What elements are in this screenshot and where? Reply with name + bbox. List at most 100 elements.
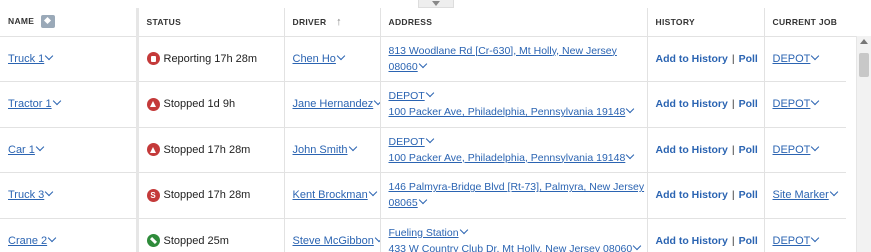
status: Stopped 17h 28m — [146, 143, 276, 157]
vehicle-name-link[interactable]: Truck 3 — [8, 188, 54, 202]
vehicle-name-link[interactable]: Truck 1 — [8, 51, 54, 65]
cell-history: Add to History | Poll — [647, 172, 765, 219]
poll-link[interactable]: Poll — [739, 53, 758, 65]
driver-link[interactable]: Jane Hernandez — [292, 97, 379, 111]
cell-driver: John Smith — [284, 127, 381, 173]
scroll-up-icon[interactable] — [860, 39, 868, 44]
chevron-down-icon — [336, 51, 346, 60]
current-job-link[interactable]: Site Marker — [773, 188, 838, 201]
poll-link[interactable]: Poll — [739, 189, 758, 201]
table-row[interactable]: Truck 1 Reporting 17h 28m Chen Ho 813 Wo… — [0, 36, 846, 82]
column-header-current-job[interactable]: CURRENT JOB — [764, 8, 846, 37]
cell-name: Tractor 1 — [0, 81, 139, 128]
cell-name: Truck 3 — [0, 172, 139, 219]
current-job-link[interactable]: DEPOT — [773, 233, 820, 247]
stopped-s-icon: S — [146, 188, 160, 202]
vertical-scrollbar[interactable] — [856, 36, 871, 252]
add-to-history-link[interactable]: Add to History — [656, 53, 728, 65]
table-row[interactable]: Tractor 1 Stopped 1d 9h Jane Hernandez D… — [0, 81, 846, 128]
address-text: 08065 — [388, 197, 418, 210]
column-header-status[interactable]: STATUS — [137, 8, 285, 37]
cell-history: Add to History | Poll — [647, 81, 765, 128]
column-header-driver[interactable]: DRIVER ↑ — [284, 8, 381, 37]
chevron-down-icon — [811, 142, 820, 151]
stopped-icon — [146, 143, 160, 157]
table-row[interactable]: Crane 2 Stopped 25m Steve McGibbon Fueli… — [0, 218, 846, 252]
collapse-toggle[interactable] — [418, 0, 454, 8]
address-line-1[interactable]: 813 Woodlane Rd [Cr-630], Mt Holly, New … — [389, 43, 639, 59]
add-to-history-link[interactable]: Add to History — [656, 98, 728, 110]
cell-status: Stopped 17h 28m — [137, 127, 285, 173]
vehicle-table: NAME STATUS DRIVER ↑ ADDRESS HISTORY CUR… — [0, 8, 846, 252]
add-to-history-link[interactable]: Add to History — [656, 235, 728, 247]
header-corner — [846, 8, 871, 37]
poll-link[interactable]: Poll — [739, 235, 758, 247]
vehicle-name: Car 1 — [8, 143, 35, 156]
address-line-1[interactable]: Fueling Station — [389, 225, 639, 241]
table-row[interactable]: Car 1 Stopped 17h 28m John Smith DEPOT 1… — [0, 127, 846, 173]
chevron-down-icon — [811, 233, 820, 242]
address-line-2[interactable]: 08060 — [389, 59, 639, 75]
vehicle-name: Truck 3 — [8, 189, 45, 202]
add-to-history-link[interactable]: Add to History — [656, 189, 728, 201]
driver-link[interactable]: John Smith — [292, 142, 357, 156]
cell-history: Add to History | Poll — [647, 127, 765, 173]
chevron-down-icon — [459, 225, 468, 234]
separator: | — [731, 143, 735, 156]
column-header-address[interactable]: ADDRESS — [380, 8, 648, 37]
current-job-link[interactable]: DEPOT — [772, 142, 820, 156]
vehicle-name: Crane 2 — [8, 234, 48, 247]
add-to-history-link[interactable]: Add to History — [656, 144, 728, 156]
address-line-1[interactable]: DEPOT — [389, 88, 639, 104]
driver-link[interactable]: Kent Brockman — [293, 188, 377, 201]
cell-current-job: DEPOT — [764, 81, 846, 128]
column-header-name[interactable]: NAME — [0, 8, 139, 37]
pin-icon[interactable] — [40, 15, 55, 29]
driver-name: Chen Ho — [292, 52, 336, 65]
status-text: Stopped 17h 28m — [163, 143, 251, 156]
cell-current-job: DEPOT — [764, 127, 846, 173]
address-text: 433 W Country Club Dr, Mt Holly, New Jer… — [388, 242, 633, 252]
table-row[interactable]: Truck 3 S Stopped 17h 28m Kent Brockman … — [0, 172, 846, 219]
cell-history: Add to History | Poll — [647, 218, 765, 252]
address-line-1[interactable]: DEPOT — [389, 134, 639, 150]
vehicle-name-link[interactable]: Car 1 — [8, 142, 45, 156]
history-actions: Add to History | Poll — [656, 189, 758, 201]
address-line-2[interactable]: 433 W Country Club Dr, Mt Holly, New Jer… — [388, 241, 642, 252]
sort-ascending-icon[interactable]: ↑ — [336, 16, 342, 28]
address-line-2[interactable]: 100 Packer Ave, Philadelphia, Pennsylvan… — [389, 150, 639, 166]
column-header-label: STATUS — [146, 16, 182, 27]
address-line-2[interactable]: 100 Packer Ave, Philadelphia, Pennsylvan… — [389, 104, 639, 120]
current-job-link[interactable]: DEPOT — [773, 97, 820, 110]
separator: | — [731, 98, 735, 111]
column-header-history[interactable]: HISTORY — [647, 8, 765, 37]
driver-link[interactable]: Steve McGibbon — [293, 233, 379, 247]
cell-name: Truck 1 — [0, 36, 139, 82]
chevron-down-icon — [373, 97, 379, 106]
current-job: DEPOT — [772, 143, 811, 156]
current-job-link[interactable]: DEPOT — [773, 51, 820, 65]
address-line-2[interactable]: 08065 — [389, 195, 639, 211]
cell-current-job: Site Marker — [764, 172, 846, 219]
vehicle-name-link[interactable]: Tractor 1 — [8, 97, 61, 110]
vehicle-name-link[interactable]: Crane 2 — [8, 233, 57, 247]
status-text: Stopped 1d 9h — [163, 98, 236, 111]
poll-link[interactable]: Poll — [739, 98, 758, 110]
address-text: 146 Palmyra-Bridge Blvd [Rt-73], Palmyra… — [388, 181, 645, 194]
address-text: 08060 — [388, 60, 418, 73]
chevron-down-icon — [35, 142, 45, 151]
column-header-label: HISTORY — [655, 16, 695, 27]
address-text: DEPOT — [388, 135, 425, 148]
column-header-label: NAME — [8, 16, 35, 26]
address-line-1[interactable]: 146 Palmyra-Bridge Blvd [Rt-73], Palmyra… — [389, 179, 645, 195]
chevron-down-icon — [811, 97, 820, 106]
poll-link[interactable]: Poll — [739, 144, 758, 156]
scroll-thumb[interactable] — [859, 53, 869, 77]
chevron-down-icon — [45, 51, 54, 60]
address-text: 100 Packer Ave, Philadelphia, Pennsylvan… — [388, 151, 626, 164]
stopped-icon — [146, 97, 160, 111]
driver-link[interactable]: Chen Ho — [292, 51, 346, 65]
driver-name: Jane Hernandez — [292, 98, 374, 111]
driver-name: John Smith — [292, 143, 348, 156]
cell-status: S Stopped 17h 28m — [137, 172, 285, 219]
